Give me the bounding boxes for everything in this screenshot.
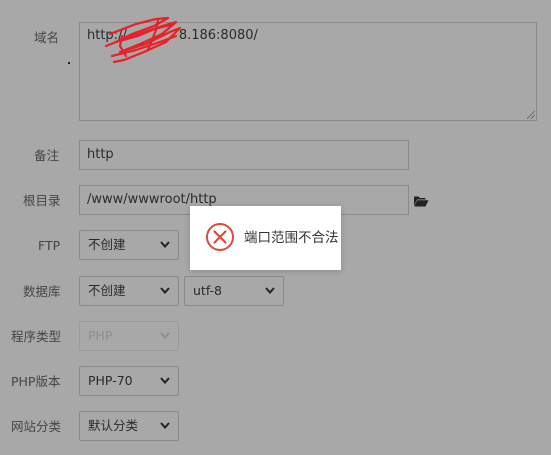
chevron-down-icon (160, 422, 170, 429)
program-type-select: PHP (79, 321, 179, 351)
charset-select-value: utf-8 (193, 283, 223, 298)
ftp-select[interactable]: 不创建 (79, 230, 179, 260)
php-version-select[interactable]: PHP-70 (79, 366, 179, 396)
note-label: 备注 (34, 148, 60, 163)
domain-label: 域名 (34, 30, 60, 45)
database-select[interactable]: 不创建 (79, 276, 179, 306)
site-category-select[interactable]: 默认分类 (79, 411, 179, 441)
domain-value: http:// 8.186:8080/ (87, 28, 258, 43)
program-type-label: 程序类型 (11, 329, 62, 344)
database-select-value: 不创建 (88, 283, 126, 298)
program-type-select-value: PHP (88, 328, 113, 343)
note-input[interactable]: http (79, 140, 409, 170)
error-circle-x-icon (206, 223, 234, 251)
chevron-down-icon (160, 332, 170, 339)
root-dir-label: 根目录 (23, 193, 61, 208)
resize-grip[interactable] (527, 111, 535, 119)
chevron-down-icon (160, 377, 170, 384)
error-toast: 端口范围不合法 (190, 206, 341, 270)
chevron-down-icon (265, 287, 275, 294)
chevron-down-icon (160, 287, 170, 294)
ftp-label: FTP (38, 238, 61, 253)
stray-dot (68, 62, 70, 64)
chevron-down-icon (160, 241, 170, 248)
php-version-label: PHP版本 (11, 374, 61, 389)
site-category-select-value: 默认分类 (88, 418, 139, 433)
toast-message: 端口范围不合法 (244, 230, 339, 246)
database-label: 数据库 (23, 284, 61, 299)
domain-textarea[interactable]: http:// 8.186:8080/ (79, 22, 537, 121)
php-version-select-value: PHP-70 (88, 373, 133, 388)
site-category-label: 网站分类 (11, 419, 62, 434)
charset-select[interactable]: utf-8 (184, 276, 284, 306)
ftp-select-value: 不创建 (88, 237, 126, 252)
folder-open-icon[interactable] (413, 195, 429, 207)
